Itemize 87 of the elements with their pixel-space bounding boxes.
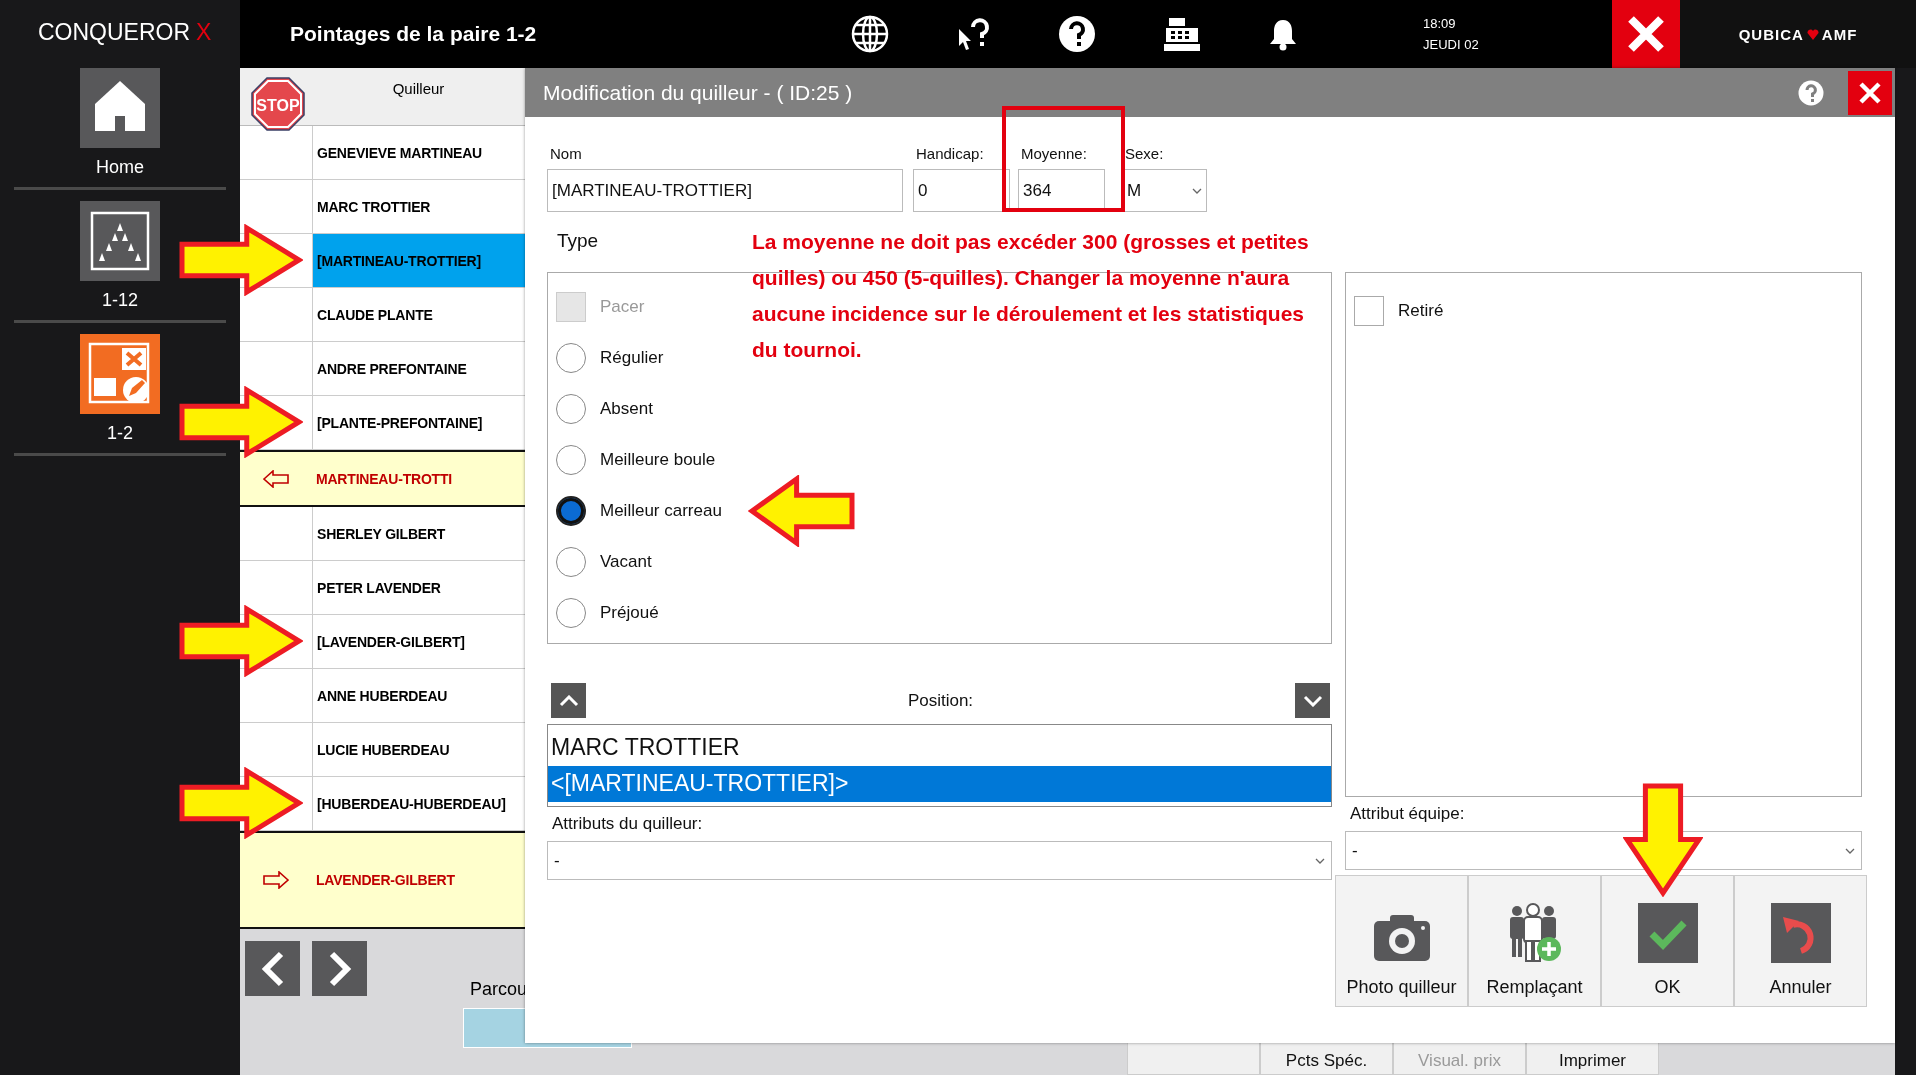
scoresheet-icon[interactable] bbox=[80, 334, 160, 414]
table-cell[interactable]: PETER LAVENDER bbox=[313, 561, 525, 614]
screen-title: Pointages de la paire 1-2 bbox=[289, 22, 538, 46]
select-field[interactable]: - bbox=[547, 841, 1332, 880]
chevron-up-icon bbox=[558, 694, 579, 707]
option-label: Meilleure boule bbox=[600, 449, 716, 470]
pointer-help-icon[interactable] bbox=[957, 17, 991, 51]
annotation-text: La moyenne ne doit pas excéder 300 (grosses et petites quilles) ou 450 (5-quilles). Changer la moyenne n'aura aucune incidence sur le déroulement et les statistiques du tournoi. bbox=[752, 229, 1310, 363]
table-cell[interactable]: ANDRE PREFONTAINE bbox=[313, 342, 525, 395]
table-cell[interactable]: [MARTINEAU-TROTTIER] bbox=[313, 234, 525, 287]
field-label: Moyenne: bbox=[1020, 145, 1087, 164]
table-cell[interactable]: GENEVIEVE MARTINEAU bbox=[313, 126, 525, 179]
option-label: Retiré bbox=[1398, 300, 1444, 321]
scroll-up-button[interactable] bbox=[551, 683, 586, 718]
chevron-down-icon bbox=[1302, 694, 1323, 707]
bell-icon[interactable] bbox=[1268, 17, 1298, 51]
previous-button[interactable] bbox=[245, 941, 300, 996]
field-label: Attribut équipe: bbox=[1349, 803, 1466, 825]
clock-time: 18:09 bbox=[1423, 16, 1457, 31]
clock-date: JEUDI 02 bbox=[1423, 37, 1480, 52]
field-label: Position: bbox=[906, 690, 975, 711]
option-label: Meilleur carreau bbox=[600, 500, 722, 521]
section-heading: Type bbox=[556, 230, 599, 253]
help-icon[interactable] bbox=[1058, 15, 1096, 53]
table-cell[interactable]: CLAUDE PLANTE bbox=[313, 288, 525, 341]
cash-register-icon[interactable] bbox=[1163, 16, 1201, 52]
chevron-down-icon bbox=[1315, 857, 1325, 864]
scroll-down-button[interactable] bbox=[1295, 683, 1330, 718]
table-cell[interactable]: SHERLEY GILBERT bbox=[313, 507, 525, 560]
radio-button[interactable] bbox=[556, 546, 586, 577]
app-name: CONQUEROR bbox=[38, 19, 191, 47]
check-icon bbox=[1637, 903, 1698, 963]
select-field[interactable]: - bbox=[1345, 831, 1862, 870]
dialog-title: Modification du quilleur - ( ID:25 ) bbox=[543, 80, 853, 105]
option-label: Pacer bbox=[600, 296, 645, 317]
action-button[interactable]: Remplaçant bbox=[1468, 875, 1601, 1007]
app-mark: X bbox=[196, 19, 212, 47]
option-label: Absent bbox=[600, 398, 653, 419]
close-icon bbox=[1858, 80, 1882, 105]
nav-label: 1-12 bbox=[102, 290, 138, 311]
table-cell[interactable]: [HUBERDEAU-HUBERDEAU] bbox=[313, 777, 525, 830]
ok-button[interactable]: OK bbox=[1601, 875, 1734, 1007]
table-cell[interactable]: [LAVENDER-GILBERT] bbox=[313, 615, 525, 668]
close-button[interactable] bbox=[1848, 70, 1892, 115]
globe-icon[interactable] bbox=[850, 14, 890, 54]
field-label: Handicap: bbox=[915, 145, 984, 164]
chevron-down-icon bbox=[1845, 847, 1855, 854]
brand-logo: QUBICA AMF bbox=[1680, 0, 1916, 68]
column-header: Quilleur bbox=[391, 79, 446, 99]
field-label: Sexe: bbox=[1124, 145, 1164, 164]
stop-button[interactable]: STOP bbox=[250, 76, 306, 132]
close-icon bbox=[1626, 14, 1666, 54]
action-button[interactable]: Photo quilleur bbox=[1335, 875, 1468, 1007]
right-arrow-icon[interactable] bbox=[263, 871, 289, 889]
radio-button[interactable] bbox=[556, 597, 586, 628]
table-cell[interactable]: MARC TROTTIER bbox=[313, 180, 525, 233]
radio-button[interactable] bbox=[556, 444, 586, 475]
close-button[interactable] bbox=[1612, 0, 1680, 68]
next-button[interactable] bbox=[312, 941, 367, 996]
option-label: Régulier bbox=[600, 347, 664, 368]
nav-label: Home bbox=[96, 157, 144, 178]
home-icon[interactable] bbox=[80, 68, 160, 148]
cancel-button[interactable]: Annuler bbox=[1734, 875, 1867, 1007]
radio-button[interactable] bbox=[556, 393, 586, 424]
list-item[interactable]: MARC TROTTIER bbox=[548, 729, 1331, 766]
input-field[interactable]: [MARTINEAU-TROTTIER] bbox=[547, 169, 903, 212]
option-label: Préjoué bbox=[600, 602, 659, 623]
radio-button[interactable] bbox=[556, 342, 586, 373]
table-cell[interactable]: LUCIE HUBERDEAU bbox=[313, 723, 525, 776]
chevron-left-icon bbox=[259, 950, 286, 987]
radio-button[interactable] bbox=[556, 495, 586, 526]
camera-icon bbox=[1371, 913, 1432, 963]
select-field[interactable]: M bbox=[1122, 169, 1207, 212]
checkbox[interactable] bbox=[1354, 295, 1384, 326]
nav-label: 1-2 bbox=[107, 423, 133, 444]
field-label: Nom bbox=[549, 145, 582, 164]
table-cell[interactable]: ANNE HUBERDEAU bbox=[313, 669, 525, 722]
field-label: Attributs du quilleur: bbox=[551, 813, 704, 835]
field-label: Parcou bbox=[470, 979, 529, 1000]
pins-icon[interactable] bbox=[80, 201, 160, 281]
chevron-down-icon bbox=[1192, 187, 1202, 194]
undo-icon bbox=[1770, 903, 1831, 963]
left-arrow-icon[interactable] bbox=[263, 469, 289, 488]
table-cell[interactable]: [PLANTE-PREFONTAINE] bbox=[313, 396, 525, 449]
input-field[interactable]: 0 bbox=[913, 169, 1010, 212]
list-item[interactable]: <[MARTINEAU-TROTTIER]> bbox=[548, 765, 1331, 802]
option-label: Vacant bbox=[600, 551, 652, 572]
